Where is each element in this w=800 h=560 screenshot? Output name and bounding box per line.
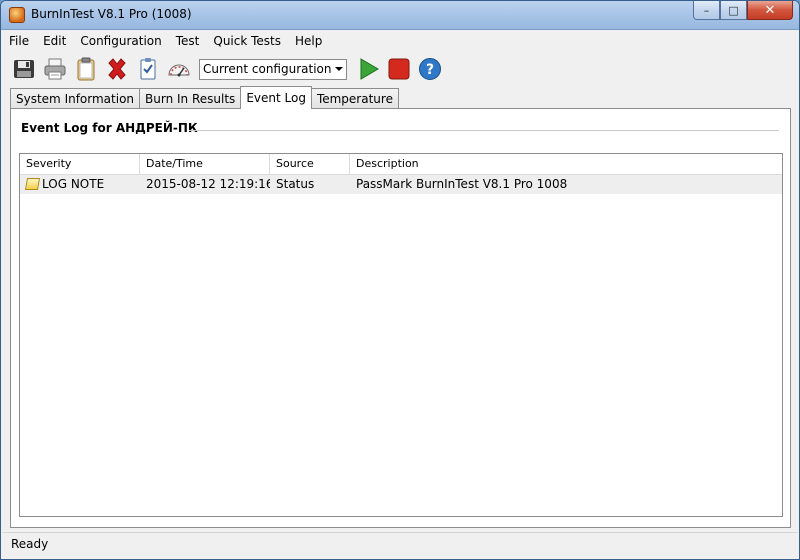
menu-edit[interactable]: Edit <box>36 31 73 51</box>
title-bar[interactable]: BurnInTest V8.1 Pro (1008) – □ ✕ <box>1 1 799 30</box>
chevron-down-icon[interactable] <box>335 66 343 71</box>
column-description[interactable]: Description <box>350 154 782 174</box>
tab-burn-in-results[interactable]: Burn In Results <box>139 88 242 109</box>
configuration-value: Current configuration <box>203 61 332 76</box>
clipboard-icon <box>77 57 95 81</box>
minimize-button[interactable]: – <box>693 1 720 20</box>
gauge-button[interactable] <box>166 56 192 82</box>
run-button[interactable] <box>355 56 381 82</box>
stop-button[interactable] <box>386 56 412 82</box>
menu-file[interactable]: File <box>2 31 36 51</box>
help-glyph: ? <box>426 62 434 78</box>
event-log-heading: Event Log for АНДРЕЙ-ПК <box>21 121 198 135</box>
event-log-panel: Event Log for АНДРЕЙ-ПК Severity Date/Ti… <box>10 108 791 528</box>
app-window: BurnInTest V8.1 Pro (1008) – □ ✕ File Ed… <box>0 0 800 560</box>
clipboard-button[interactable] <box>73 56 99 82</box>
cell-description: PassMark BurnInTest V8.1 Pro 1008 <box>356 177 568 191</box>
cell-datetime: 2015-08-12 12:19:16 <box>146 177 270 191</box>
stop-icon <box>388 58 410 80</box>
heading-divider <box>189 130 779 131</box>
status-bar: Ready <box>2 532 798 554</box>
help-icon: ? <box>419 58 441 80</box>
gauge-icon <box>168 64 190 77</box>
save-icon <box>14 60 34 78</box>
status-text: Ready <box>11 537 49 551</box>
cell-severity: LOG NOTE <box>20 175 140 194</box>
menu-quick-tests[interactable]: Quick Tests <box>206 31 288 51</box>
tab-strip: System Information Burn In Results Event… <box>10 86 399 109</box>
app-icon[interactable] <box>9 7 25 23</box>
menu-bar: File Edit Configuration Test Quick Tests… <box>2 31 798 51</box>
menu-test[interactable]: Test <box>169 31 207 51</box>
table-header: Severity Date/Time Source Description <box>20 154 782 175</box>
print-button[interactable] <box>42 56 68 82</box>
severity-text: LOG NOTE <box>42 177 105 191</box>
column-severity[interactable]: Severity <box>20 154 140 174</box>
minimize-icon: – <box>703 3 710 17</box>
checklist-button[interactable] <box>135 56 161 82</box>
delete-icon <box>108 58 126 80</box>
tab-system-information[interactable]: System Information <box>10 88 141 109</box>
menu-configuration[interactable]: Configuration <box>73 31 168 51</box>
cell-source: Status <box>276 177 315 191</box>
checklist-icon <box>140 58 156 80</box>
tab-event-log[interactable]: Event Log <box>240 86 312 109</box>
configuration-dropdown[interactable]: Current configuration <box>199 58 347 80</box>
print-icon <box>44 58 66 80</box>
window-title: BurnInTest V8.1 Pro (1008) <box>31 7 192 21</box>
toolbar: Current configuration ? <box>2 52 798 86</box>
maximize-button[interactable]: □ <box>720 1 747 20</box>
column-source[interactable]: Source <box>270 154 350 174</box>
event-log-table[interactable]: Severity Date/Time Source Description LO… <box>19 153 783 517</box>
window-controls: – □ ✕ <box>693 1 793 21</box>
note-icon <box>24 178 41 190</box>
menu-help[interactable]: Help <box>288 31 329 51</box>
help-button[interactable]: ? <box>417 56 443 82</box>
table-row[interactable]: LOG NOTE 2015-08-12 12:19:16 Status Pass… <box>20 175 782 194</box>
save-button[interactable] <box>11 56 37 82</box>
column-datetime[interactable]: Date/Time <box>140 154 270 174</box>
close-icon: ✕ <box>764 2 776 18</box>
close-button[interactable]: ✕ <box>747 1 793 20</box>
delete-button[interactable] <box>104 56 130 82</box>
maximize-icon: □ <box>728 3 739 17</box>
tab-temperature[interactable]: Temperature <box>310 88 399 109</box>
play-icon <box>360 58 379 80</box>
